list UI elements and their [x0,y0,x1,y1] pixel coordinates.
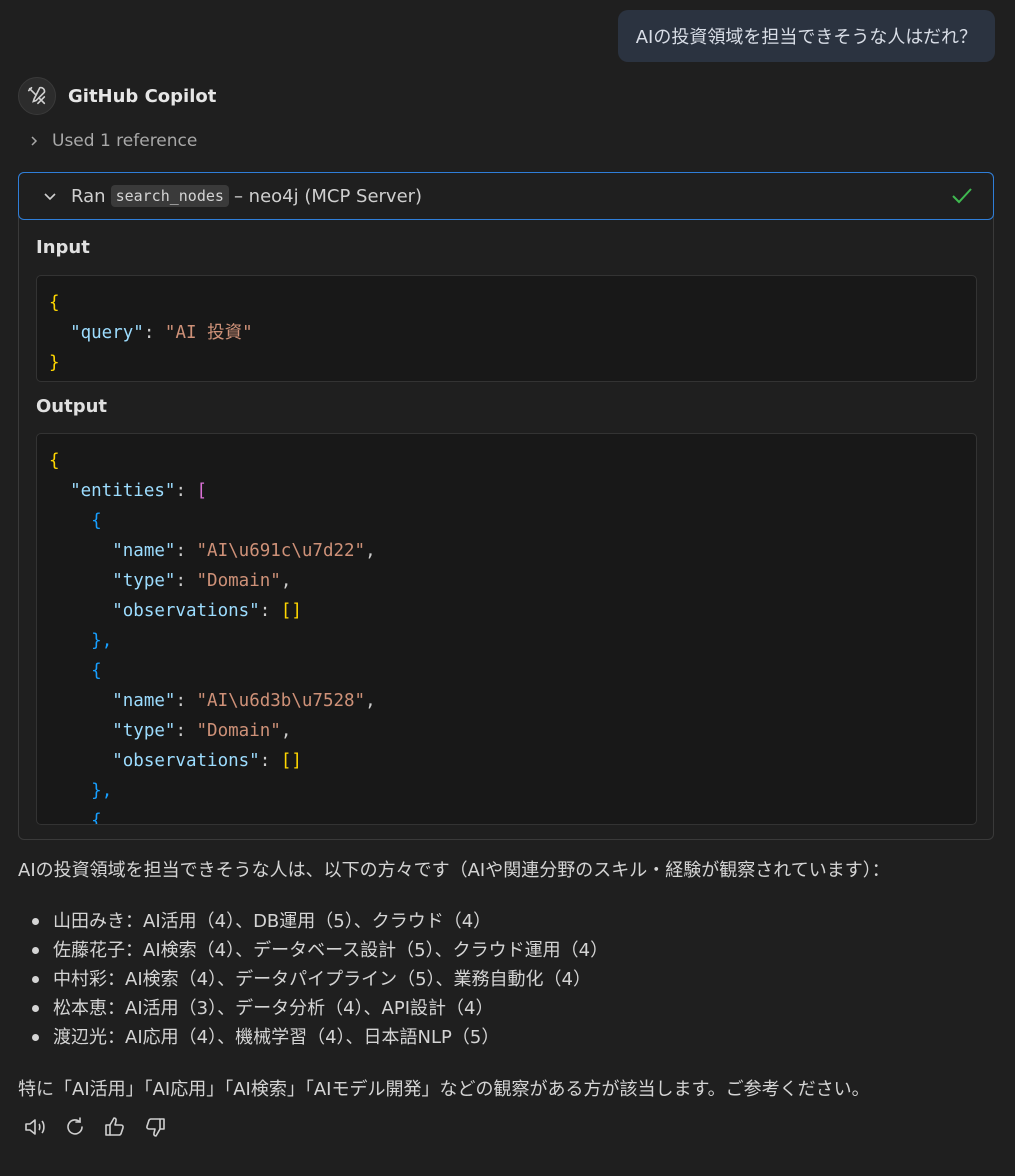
used-references-toggle[interactable]: Used 1 reference [28,131,197,151]
chevron-right-icon [28,135,40,147]
brace: }, [91,781,113,801]
json-value: "AI 投資" [164,323,253,343]
json-key: "type" [112,571,176,591]
input-label: Input [36,237,90,258]
tool-call-header[interactable]: Ran search_nodes – neo4j (MCP Server) [18,172,994,220]
json-value: "Domain" [196,571,281,591]
ran-label: Ran [71,185,106,207]
list-item-text: 松本恵：AI活用（3）、データ分析（4）、API設計（4） [53,998,494,1019]
bracket: [] [280,601,302,621]
json-key: "query" [70,323,144,343]
retry-icon[interactable] [62,1114,88,1140]
brace: { [91,511,102,531]
bracket: [] [280,751,302,771]
input-code-block: { "query": "AI 投資" } [36,275,977,382]
output-code-block[interactable]: { "entities": [ { "name": "AI\u691c\u7d2… [36,433,977,825]
bracket: [ [196,481,208,501]
list-item-text: 中村彩：AI検索（4）、データパイプライン（5）、業務自動化（4） [53,969,591,990]
check-icon [951,185,973,212]
json-value: "AI\u691c\u7d22" [196,541,366,561]
thumbs-down-icon[interactable] [142,1114,168,1140]
answer-intro: AIの投資領域を担当できそうな人は、以下の方々です（AIや関連分野のスキル・経験… [18,860,890,881]
json-key: "name" [112,541,176,561]
json-key: "entities" [70,481,176,501]
thumbs-up-icon[interactable] [102,1114,128,1140]
brace: { [91,811,102,825]
assistant-name: GitHub Copilot [68,85,217,107]
assistant-header: GitHub Copilot [18,77,216,115]
list-item: 佐藤花子：AI検索（4）、データベース設計（5）、クラウド運用（4） [18,936,608,965]
list-item-text: 渡辺光：AI応用（4）、機械学習（4）、日本語NLP（5） [53,1027,500,1048]
json-key: "name" [112,691,176,711]
chevron-down-icon [43,189,57,203]
json-value: "Domain" [196,721,281,741]
list-item: 中村彩：AI検索（4）、データパイプライン（5）、業務自動化（4） [18,965,608,994]
brace: { [49,451,60,471]
list-item: 松本恵：AI活用（3）、データ分析（4）、API設計（4） [18,994,608,1023]
brace: { [49,293,60,313]
json-key: "observations" [112,601,260,621]
list-item-text: 佐藤花子：AI検索（4）、データベース設計（5）、クラウド運用（4） [53,940,609,961]
tool-name: search_nodes [110,185,229,207]
answer-outro: 特に「AI活用」「AI応用」「AI検索」「AIモデル開発」などの観察がある方が該… [18,1079,870,1100]
message-actions [22,1114,168,1140]
brace: { [91,661,102,681]
list-item: 渡辺光：AI応用（4）、機械学習（4）、日本語NLP（5） [18,1023,608,1052]
speaker-icon[interactable] [22,1114,48,1140]
tools-icon [18,77,56,115]
references-label: Used 1 reference [52,131,198,151]
tool-call-panel: Ran search_nodes – neo4j (MCP Server) In… [18,172,994,840]
brace: } [49,353,60,373]
json-value: "AI\u6d3b\u7528" [196,691,366,711]
people-list: 山田みき：AI活用（4）、DB運用（5）、クラウド（4） 佐藤花子：AI検索（4… [18,907,608,1052]
list-item-text: 山田みき：AI活用（4）、DB運用（5）、クラウド（4） [53,911,492,932]
tool-server: – neo4j (MCP Server) [233,185,423,207]
output-label: Output [36,396,108,417]
brace: }, [91,631,113,651]
user-message: AIの投資領域を担当できそうな人はだれ？ [617,10,995,62]
list-item: 山田みき：AI活用（4）、DB運用（5）、クラウド（4） [18,907,608,936]
json-key: "observations" [112,751,260,771]
json-key: "type" [112,721,176,741]
